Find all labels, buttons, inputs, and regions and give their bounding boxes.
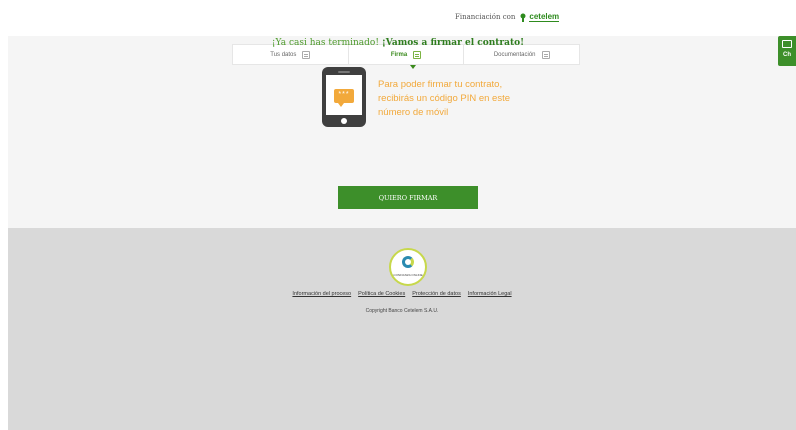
chat-icon <box>782 40 792 48</box>
chat-label: Ch <box>783 52 791 58</box>
quiero-firmar-button[interactable]: QUIERO FIRMAR <box>338 186 478 209</box>
sign-icon <box>413 50 422 59</box>
cetelem-logo[interactable]: cetelem <box>519 12 560 22</box>
link-proteccion-datos[interactable]: Protección de datos <box>412 291 461 297</box>
link-politica-cookies[interactable]: Política de Cookies <box>358 291 405 297</box>
phone-screen: *** <box>326 75 362 115</box>
brand-name: cetelem <box>529 12 560 22</box>
link-informacion-legal[interactable]: Información Legal <box>468 291 512 297</box>
headline-part1: ¡Ya casi has terminado! <box>271 38 382 48</box>
top-bar: Financiación con cetelem <box>0 0 796 36</box>
footer: CONFIANZA ONLINE Información del proceso… <box>8 228 796 430</box>
upload-icon <box>541 50 550 59</box>
financing-brand: Financiación con cetelem <box>455 12 560 22</box>
document-icon <box>302 50 311 59</box>
step-label: Tus datos <box>270 51 297 58</box>
confianza-online-seal[interactable]: CONFIANZA ONLINE <box>389 248 427 286</box>
active-step-pointer <box>410 65 416 69</box>
chat-button[interactable]: Ch <box>778 36 796 66</box>
pin-message: Para poder firmar tu contrato, recibirás… <box>378 79 511 118</box>
seal-logo-icon <box>402 256 414 268</box>
seal-text: CONFIANZA ONLINE <box>393 273 423 277</box>
page-headline: ¡Ya casi has terminado! ¡Vamos a firmar … <box>0 38 796 48</box>
phone-icon: *** <box>322 67 366 127</box>
copyright-text: Copyright Banco Cetelem S.A.U. <box>365 308 439 314</box>
phone-speaker <box>338 71 350 73</box>
link-informacion-proceso[interactable]: Información del proceso <box>292 291 351 297</box>
financing-text: Financiación con <box>455 13 516 21</box>
step-label: Firma <box>390 51 408 58</box>
footer-links: Información del proceso Política de Cook… <box>8 291 796 297</box>
cetelem-leaf-icon <box>520 13 526 22</box>
headline-part2: ¡Vamos a firmar el contrato! <box>381 38 525 48</box>
phone-home-button <box>341 118 347 124</box>
message-bubble-icon: *** <box>334 89 354 107</box>
step-label: Documentación <box>493 51 536 58</box>
